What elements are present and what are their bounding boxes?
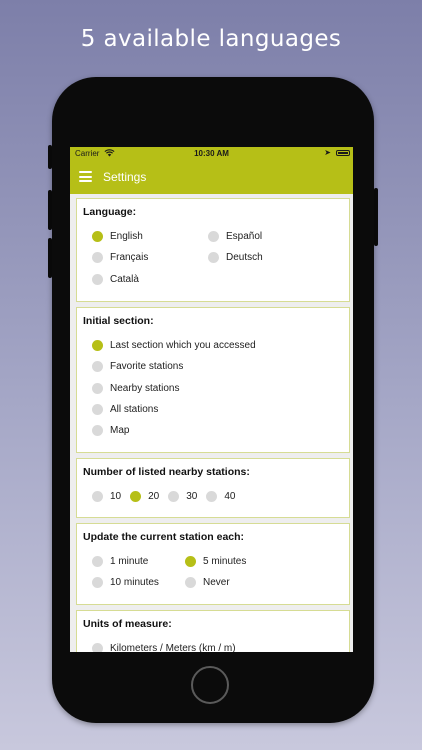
language-card: Language: English Español Français Deuts…: [76, 198, 350, 302]
radio-icon: [206, 491, 218, 503]
language-option-catala[interactable]: Català: [83, 269, 199, 290]
app-screen: Carrier 10:30 AM ➤ Settings Language: En…: [70, 147, 353, 652]
top-app-bar: Settings: [70, 160, 353, 194]
location-arrow-icon: ➤: [324, 148, 331, 157]
radio-icon: [92, 361, 103, 373]
language-title: Language:: [83, 206, 137, 218]
radio-icon: [92, 491, 103, 503]
update-option-1-minute[interactable]: 1 minute: [83, 551, 176, 572]
language-option-english[interactable]: English: [83, 226, 199, 247]
radio-icon: [185, 577, 196, 589]
units-card: Units of measure: Kilometers / Meters (k…: [76, 610, 350, 652]
update-option-5-minutes[interactable]: 5 minutes: [176, 551, 296, 572]
settings-list: Language: English Español Français Deuts…: [70, 194, 353, 652]
radio-icon: [92, 556, 103, 568]
language-option-espanol[interactable]: Español: [199, 226, 319, 247]
radio-icon: [168, 491, 180, 503]
radio-selected-icon: [130, 491, 142, 503]
units-option-km-m[interactable]: Kilometers / Meters (km / m): [83, 638, 342, 652]
power-button: [374, 188, 378, 246]
update-option-never[interactable]: Never: [176, 572, 296, 593]
radio-selected-icon: [185, 556, 196, 568]
nearby-option-10[interactable]: 10: [83, 486, 121, 507]
hamburger-menu-icon[interactable]: [79, 171, 92, 182]
radio-icon: [92, 425, 103, 437]
radio-icon: [92, 577, 103, 589]
page-title: Settings: [103, 170, 147, 184]
initial-option-favorites[interactable]: Favorite stations: [83, 356, 342, 377]
language-option-deutsch[interactable]: Deutsch: [199, 247, 319, 268]
update-interval-title: Update the current station each:: [83, 531, 245, 543]
radio-selected-icon: [92, 231, 103, 243]
update-option-10-minutes[interactable]: 10 minutes: [83, 572, 176, 593]
radio-icon: [92, 273, 103, 285]
radio-icon: [208, 252, 219, 264]
radio-icon: [208, 231, 219, 243]
home-button[interactable]: [191, 666, 229, 704]
nearby-count-title: Number of listed nearby stations:: [83, 466, 250, 478]
battery-icon: [336, 150, 350, 156]
radio-icon: [92, 382, 103, 394]
nearby-option-30[interactable]: 30: [159, 486, 197, 507]
radio-selected-icon: [92, 340, 103, 352]
initial-option-all-stations[interactable]: All stations: [83, 399, 342, 420]
status-bar: Carrier 10:30 AM ➤: [70, 147, 353, 160]
radio-icon: [92, 252, 103, 264]
initial-option-last-section[interactable]: Last section which you accessed: [83, 335, 342, 356]
units-title: Units of measure:: [83, 618, 172, 630]
radio-icon: [92, 404, 103, 416]
language-option-francais[interactable]: Français: [83, 247, 199, 268]
nearby-option-20[interactable]: 20: [121, 486, 159, 507]
initial-option-nearby[interactable]: Nearby stations: [83, 378, 342, 399]
nearby-count-card: Number of listed nearby stations: 10 20 …: [76, 458, 350, 518]
initial-section-card: Initial section: Last section which you …: [76, 307, 350, 453]
radio-icon: [92, 643, 103, 652]
update-interval-card: Update the current station each: 1 minut…: [76, 523, 350, 605]
promo-headline: 5 available languages: [80, 26, 342, 52]
nearby-option-40[interactable]: 40: [197, 486, 236, 507]
status-time: 10:30 AM: [194, 149, 229, 158]
initial-option-map[interactable]: Map: [83, 420, 342, 441]
initial-section-title: Initial section:: [83, 315, 154, 327]
